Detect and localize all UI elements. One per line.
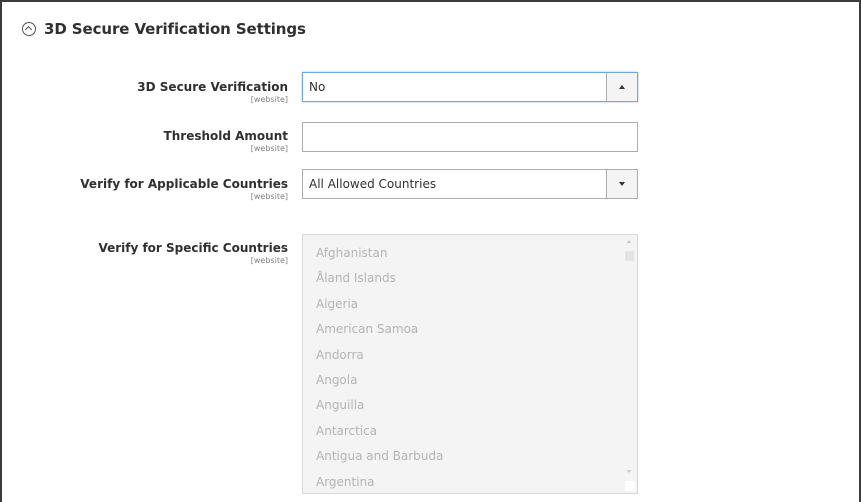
select-toggle-button[interactable] — [606, 170, 637, 198]
label-group: Verify for Specific Countries [website] — [98, 241, 288, 266]
scope-label: [website] — [250, 95, 288, 104]
select-toggle-button[interactable] — [606, 73, 637, 101]
section-header[interactable]: 3D Secure Verification Settings — [22, 18, 306, 40]
field-label: Threshold Amount — [163, 129, 288, 143]
scroll-up-icon[interactable] — [627, 240, 631, 243]
select-value: All Allowed Countries — [309, 177, 437, 191]
list-item[interactable]: Angola — [303, 368, 443, 393]
scrollbar-thumb[interactable] — [625, 251, 634, 261]
threshold-amount-input[interactable] — [302, 122, 638, 152]
applicable-countries-select[interactable]: All Allowed Countries — [302, 169, 638, 199]
field-label: 3D Secure Verification — [137, 80, 288, 94]
field-label: Verify for Applicable Countries — [80, 177, 288, 191]
list-item[interactable]: Argentina — [303, 470, 443, 493]
label-group: Threshold Amount [website] — [164, 129, 288, 154]
list-item[interactable]: Andorra — [303, 343, 443, 368]
field-label: Verify for Specific Countries — [98, 241, 288, 255]
scrollbar[interactable] — [624, 237, 635, 491]
country-list: Afghanistan Åland Islands Algeria Americ… — [303, 241, 443, 493]
scroll-down-icon[interactable] — [627, 470, 631, 473]
list-item[interactable]: Antigua and Barbuda — [303, 444, 443, 469]
list-item[interactable]: Åland Islands — [303, 266, 443, 291]
resize-handle[interactable] — [625, 481, 635, 491]
chevron-down-icon — [619, 182, 625, 186]
collapse-circle-up-icon[interactable] — [22, 22, 36, 36]
scope-label: [website] — [250, 192, 288, 201]
list-item[interactable]: Antarctica — [303, 419, 443, 444]
list-item[interactable]: Algeria — [303, 292, 443, 317]
specific-countries-multiselect[interactable]: Afghanistan Åland Islands Algeria Americ… — [302, 234, 638, 494]
select-value: No — [309, 80, 326, 94]
chevron-up-icon — [619, 85, 625, 89]
config-panel: 3D Secure Verification Settings 3D Secur… — [0, 0, 861, 502]
section-title: 3D Secure Verification Settings — [44, 20, 306, 38]
scope-label: [website] — [250, 144, 288, 153]
list-item[interactable]: Afghanistan — [303, 241, 443, 266]
label-group: 3D Secure Verification [website] — [137, 80, 288, 105]
list-item[interactable]: American Samoa — [303, 317, 443, 342]
label-group: Verify for Applicable Countries [website… — [80, 177, 288, 202]
list-item[interactable]: Anguilla — [303, 393, 443, 418]
scope-label: [website] — [250, 256, 288, 265]
secure-verification-select[interactable]: No — [302, 72, 638, 102]
